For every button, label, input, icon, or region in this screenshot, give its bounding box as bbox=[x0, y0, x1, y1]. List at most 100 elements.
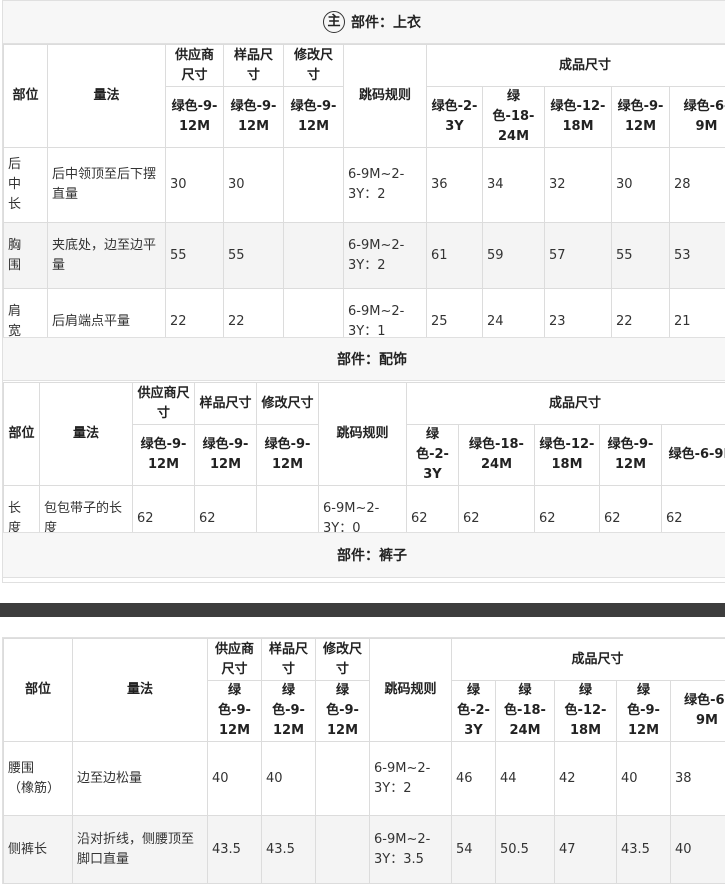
header-modify: 修改尺寸 bbox=[283, 44, 344, 87]
cell-size: 32 bbox=[544, 147, 612, 223]
header-supplier: 供应商尺寸 bbox=[132, 382, 195, 425]
cell-size: 55 bbox=[611, 222, 670, 289]
subheader-size: 绿色-12-18M bbox=[544, 86, 612, 148]
subheader-size: 绿色-18-24M bbox=[482, 86, 545, 148]
cell-supplier: 43.5 bbox=[207, 815, 262, 884]
cell-rule: 6-9M~2-3Y：2 bbox=[369, 741, 452, 816]
cell-modify bbox=[315, 815, 370, 884]
subheader-size: 绿色-2-3Y bbox=[426, 86, 483, 148]
cell-part: 后中长 bbox=[3, 147, 48, 223]
cell-part: 胸围 bbox=[3, 222, 48, 289]
cell-size: 36 bbox=[426, 147, 483, 223]
subheader-size: 绿色-6-9M bbox=[669, 86, 725, 148]
header-modify: 修改尺寸 bbox=[315, 638, 370, 681]
header-sample: 样品尺寸 bbox=[261, 638, 316, 681]
cell-size: 54 bbox=[451, 815, 496, 884]
cell-rule: 6-9M~2-3Y：2 bbox=[343, 147, 427, 223]
section-title-top: 主 部件：上衣 bbox=[3, 1, 725, 44]
header-part: 部位 bbox=[3, 382, 40, 486]
cell-size: 44 bbox=[495, 741, 555, 816]
cell-size: 40 bbox=[616, 741, 671, 816]
subheader-size: 绿色-2-3Y bbox=[406, 424, 459, 486]
cell-size: 30 bbox=[611, 147, 670, 223]
subheader-size: 绿色-18-24M bbox=[495, 680, 555, 742]
section-title-accessory: 部件：配饰 bbox=[3, 337, 725, 381]
main-badge: 主 bbox=[323, 11, 345, 33]
cell-part: 腰围（橡筋） bbox=[3, 741, 73, 816]
subheader-size: 绿色-9-12M bbox=[616, 680, 671, 742]
cell-size: 40 bbox=[670, 815, 725, 884]
cell-size: 38 bbox=[670, 741, 725, 816]
subheader-size: 绿色-2-3Y bbox=[451, 680, 496, 742]
cell-size: 28 bbox=[669, 147, 725, 223]
cell-sample: 40 bbox=[261, 741, 316, 816]
cell-method: 后中领顶至后下摆直量 bbox=[47, 147, 166, 223]
size-spec-panel-bottom: 部位 量法 供应商尺寸 样品尺寸 修改尺寸 跳码规则 成品尺寸 绿色-9-12M… bbox=[2, 637, 725, 884]
subheader-size: 绿色-9-12M bbox=[611, 86, 670, 148]
cell-size: 61 bbox=[426, 222, 483, 289]
cell-size: 43.5 bbox=[616, 815, 671, 884]
cell-modify bbox=[283, 222, 344, 289]
subheader-size: 绿色-9-12M bbox=[599, 424, 662, 486]
cell-sample: 43.5 bbox=[261, 815, 316, 884]
header-part: 部位 bbox=[3, 638, 73, 742]
table-row: 胸围 夹底处，边至边平量 55 55 6-9M~2-3Y：2 61 59 57 … bbox=[3, 222, 725, 289]
cell-supplier: 55 bbox=[165, 222, 224, 289]
section-title-text: 部件：上衣 bbox=[351, 15, 421, 31]
cell-size: 59 bbox=[482, 222, 545, 289]
cell-modify bbox=[315, 741, 370, 816]
subheader-size: 绿色-9-12M bbox=[194, 424, 257, 486]
subheader-size: 绿色-9-12M bbox=[283, 86, 344, 148]
subheader-size: 绿色-9-12M bbox=[207, 680, 262, 742]
header-rule: 跳码规则 bbox=[343, 44, 427, 148]
subheader-size: 绿色-9-12M bbox=[165, 86, 224, 148]
cell-size: 42 bbox=[554, 741, 617, 816]
cell-supplier: 40 bbox=[207, 741, 262, 816]
cell-modify bbox=[283, 147, 344, 223]
subheader-size: 绿色-12-18M bbox=[554, 680, 617, 742]
subheader-size: 绿色-9-12M bbox=[261, 680, 316, 742]
cell-rule: 6-9M~2-3Y：3.5 bbox=[369, 815, 452, 884]
header-rule: 跳码规则 bbox=[369, 638, 452, 742]
cell-size: 46 bbox=[451, 741, 496, 816]
cell-part: 侧裤长 bbox=[3, 815, 73, 884]
header-method: 量法 bbox=[47, 44, 166, 148]
top-size-table: 部位 量法 供应商尺寸 样品尺寸 修改尺寸 跳码规则 成品尺寸 绿色-9-12M… bbox=[3, 44, 725, 355]
header-finished: 成品尺寸 bbox=[426, 44, 725, 87]
header-finished: 成品尺寸 bbox=[406, 382, 725, 425]
header-method: 量法 bbox=[39, 382, 133, 486]
subheader-size: 绿色-9-12M bbox=[256, 424, 319, 486]
cell-method: 沿对折线，侧腰顶至脚口直量 bbox=[72, 815, 208, 884]
cell-method: 夹底处，边至边平量 bbox=[47, 222, 166, 289]
table-row: 腰围（橡筋） 边至边松量 40 40 6-9M~2-3Y：2 46 44 42 … bbox=[3, 741, 725, 816]
header-supplier: 供应商尺寸 bbox=[165, 44, 224, 87]
subheader-size: 绿色-6-9M bbox=[661, 424, 725, 486]
cell-size: 57 bbox=[544, 222, 612, 289]
cell-supplier: 30 bbox=[165, 147, 224, 223]
header-supplier: 供应商尺寸 bbox=[207, 638, 262, 681]
page-divider bbox=[0, 603, 725, 617]
cell-sample: 55 bbox=[223, 222, 284, 289]
accessory-size-table: 部位 量法 供应商尺寸 样品尺寸 修改尺寸 跳码规则 成品尺寸 绿色-9-12M… bbox=[3, 382, 725, 552]
pants-size-table: 部位 量法 供应商尺寸 样品尺寸 修改尺寸 跳码规则 成品尺寸 绿色-9-12M… bbox=[3, 638, 725, 884]
subheader-size: 绿色-18-24M bbox=[458, 424, 535, 486]
subheader-size: 绿色-6-9M bbox=[670, 680, 725, 742]
cell-size: 50.5 bbox=[495, 815, 555, 884]
header-modify: 修改尺寸 bbox=[256, 382, 319, 425]
subheader-size: 绿色-9-12M bbox=[315, 680, 370, 742]
header-sample: 样品尺寸 bbox=[194, 382, 257, 425]
subheader-size: 绿色-12-18M bbox=[534, 424, 600, 486]
size-spec-panel-top: 主 部件：上衣 部位 量法 供应商尺寸 样品尺寸 修改尺寸 跳码规则 成品尺寸 … bbox=[2, 0, 725, 583]
header-sample: 样品尺寸 bbox=[223, 44, 284, 87]
subheader-size: 绿色-9-12M bbox=[132, 424, 195, 486]
cell-size: 47 bbox=[554, 815, 617, 884]
header-finished: 成品尺寸 bbox=[451, 638, 725, 681]
header-part: 部位 bbox=[3, 44, 48, 148]
header-rule: 跳码规则 bbox=[318, 382, 407, 486]
header-method: 量法 bbox=[72, 638, 208, 742]
cell-method: 边至边松量 bbox=[72, 741, 208, 816]
cell-size: 53 bbox=[669, 222, 725, 289]
subheader-size: 绿色-9-12M bbox=[223, 86, 284, 148]
cell-size: 34 bbox=[482, 147, 545, 223]
table-row: 后中长 后中领顶至后下摆直量 30 30 6-9M~2-3Y：2 36 34 3… bbox=[3, 147, 725, 223]
